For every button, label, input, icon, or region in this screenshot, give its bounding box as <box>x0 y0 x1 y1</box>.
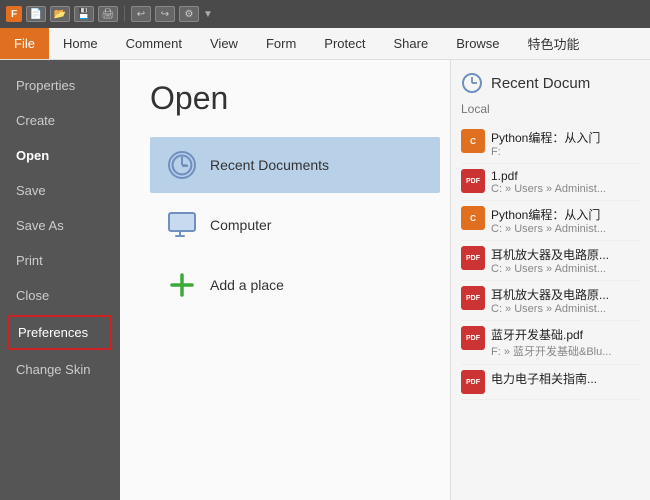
recent-item-path: C: » Users » Administ... <box>491 183 640 195</box>
doc-icon: C <box>461 206 485 230</box>
recent-panel-title: Recent Docum <box>491 75 590 92</box>
open-options-list: Recent Documents Computer <box>150 137 440 313</box>
recent-item-text: 耳机放大器及电路原... C: » Users » Administ... <box>491 286 640 315</box>
recent-item-name: 耳机放大器及电路原... <box>491 246 640 263</box>
redo-btn[interactable]: ↪ <box>155 6 175 22</box>
doc-icon: PDF <box>461 326 485 350</box>
list-item[interactable]: PDF 1.pdf C: » Users » Administ... <box>461 164 640 201</box>
list-item[interactable]: PDF 电力电子相关指南... <box>461 365 640 400</box>
recent-item-name: 电力电子相关指南... <box>491 370 640 387</box>
menu-bar: File Home Comment View Form Protect Shar… <box>0 28 650 60</box>
menu-share[interactable]: Share <box>379 28 442 59</box>
plus-icon <box>168 271 196 299</box>
option-add-place-label: Add a place <box>210 277 284 293</box>
recent-item-name: Python编程：从入门 <box>491 206 640 223</box>
sidebar-item-open[interactable]: Open <box>0 138 120 173</box>
sidebar-item-print[interactable]: Print <box>0 243 120 278</box>
sidebar-item-close[interactable]: Close <box>0 278 120 313</box>
list-item[interactable]: C Python编程：从入门 F: <box>461 124 640 164</box>
open-btn[interactable]: 📂 <box>50 6 70 22</box>
sidebar-item-save[interactable]: Save <box>0 173 120 208</box>
option-computer-label: Computer <box>210 217 271 233</box>
app-icon: F <box>6 6 22 22</box>
list-item[interactable]: C Python编程：从入门 C: » Users » Administ... <box>461 201 640 241</box>
sidebar-item-properties[interactable]: Properties <box>0 68 120 103</box>
clock-icon-wrap <box>166 149 198 181</box>
recent-item-path: C: » Users » Administ... <box>491 303 640 315</box>
right-panel: Recent Docum Local C Python编程：从入门 F: PDF… <box>450 60 650 500</box>
doc-icon: C <box>461 129 485 153</box>
recent-local-label: Local <box>461 102 640 116</box>
sidebar-item-preferences[interactable]: Preferences <box>8 315 112 350</box>
title-bar: F 📄 📂 💾 🖨 ↩ ↪ ⚙ ▼ <box>0 0 650 28</box>
recent-header: Recent Docum <box>461 72 640 94</box>
recent-item-name: 耳机放大器及电路原... <box>491 286 640 303</box>
sidebar-item-save-as[interactable]: Save As <box>0 208 120 243</box>
recent-item-name: Python编程：从入门 <box>491 129 640 146</box>
sidebar-item-create[interactable]: Create <box>0 103 120 138</box>
main-layout: Properties Create Open Save Save As Prin… <box>0 60 650 500</box>
separator <box>124 6 125 22</box>
recent-item-name: 蓝牙开发基础.pdf <box>491 326 640 343</box>
computer-icon-wrap <box>166 209 198 241</box>
menu-special[interactable]: 特色功能 <box>514 28 594 59</box>
new-btn[interactable]: 📄 <box>26 6 46 22</box>
content-area: Open Recent Documents <box>120 60 450 500</box>
recent-item-path: F: » 蓝牙开发基础&Blu... <box>491 343 640 359</box>
undo-btn[interactable]: ↩ <box>131 6 151 22</box>
doc-icon: PDF <box>461 246 485 270</box>
print-btn[interactable]: 🖨 <box>98 6 118 22</box>
doc-icon: PDF <box>461 286 485 310</box>
option-recent-docs-label: Recent Documents <box>210 157 329 173</box>
recent-item-path: C: » Users » Administ... <box>491 223 640 235</box>
option-add-place[interactable]: Add a place <box>150 257 440 313</box>
option-recent-docs[interactable]: Recent Documents <box>150 137 440 193</box>
recent-item-path: C: » Users » Administ... <box>491 263 640 275</box>
recent-item-path: F: <box>491 146 640 158</box>
sidebar: Properties Create Open Save Save As Prin… <box>0 60 120 500</box>
recent-item-text: Python编程：从入门 C: » Users » Administ... <box>491 206 640 235</box>
recent-item-name: 1.pdf <box>491 169 640 183</box>
recent-clock-icon <box>461 72 483 94</box>
recent-item-text: Python编程：从入门 F: <box>491 129 640 158</box>
recent-item-text: 蓝牙开发基础.pdf F: » 蓝牙开发基础&Blu... <box>491 326 640 359</box>
list-item[interactable]: PDF 蓝牙开发基础.pdf F: » 蓝牙开发基础&Blu... <box>461 321 640 365</box>
menu-home[interactable]: Home <box>49 28 112 59</box>
recent-item-text: 电力电子相关指南... <box>491 370 640 387</box>
menu-form[interactable]: Form <box>252 28 310 59</box>
menu-comment[interactable]: Comment <box>112 28 196 59</box>
clock-icon <box>168 151 196 179</box>
tools-btn[interactable]: ⚙ <box>179 6 199 22</box>
menu-protect[interactable]: Protect <box>310 28 379 59</box>
menu-file[interactable]: File <box>0 28 49 59</box>
menu-browse[interactable]: Browse <box>442 28 513 59</box>
option-computer[interactable]: Computer <box>150 197 440 253</box>
sidebar-item-change-skin[interactable]: Change Skin <box>0 352 120 387</box>
page-title: Open <box>150 80 420 117</box>
recent-item-text: 1.pdf C: » Users » Administ... <box>491 169 640 195</box>
list-item[interactable]: PDF 耳机放大器及电路原... C: » Users » Administ..… <box>461 281 640 321</box>
list-item[interactable]: PDF 耳机放大器及电路原... C: » Users » Administ..… <box>461 241 640 281</box>
save-btn[interactable]: 💾 <box>74 6 94 22</box>
add-place-icon-wrap <box>166 269 198 301</box>
doc-icon: PDF <box>461 169 485 193</box>
doc-icon: PDF <box>461 370 485 394</box>
toolbar-expand[interactable]: ▼ <box>203 9 213 20</box>
menu-view[interactable]: View <box>196 28 252 59</box>
recent-item-text: 耳机放大器及电路原... C: » Users » Administ... <box>491 246 640 275</box>
